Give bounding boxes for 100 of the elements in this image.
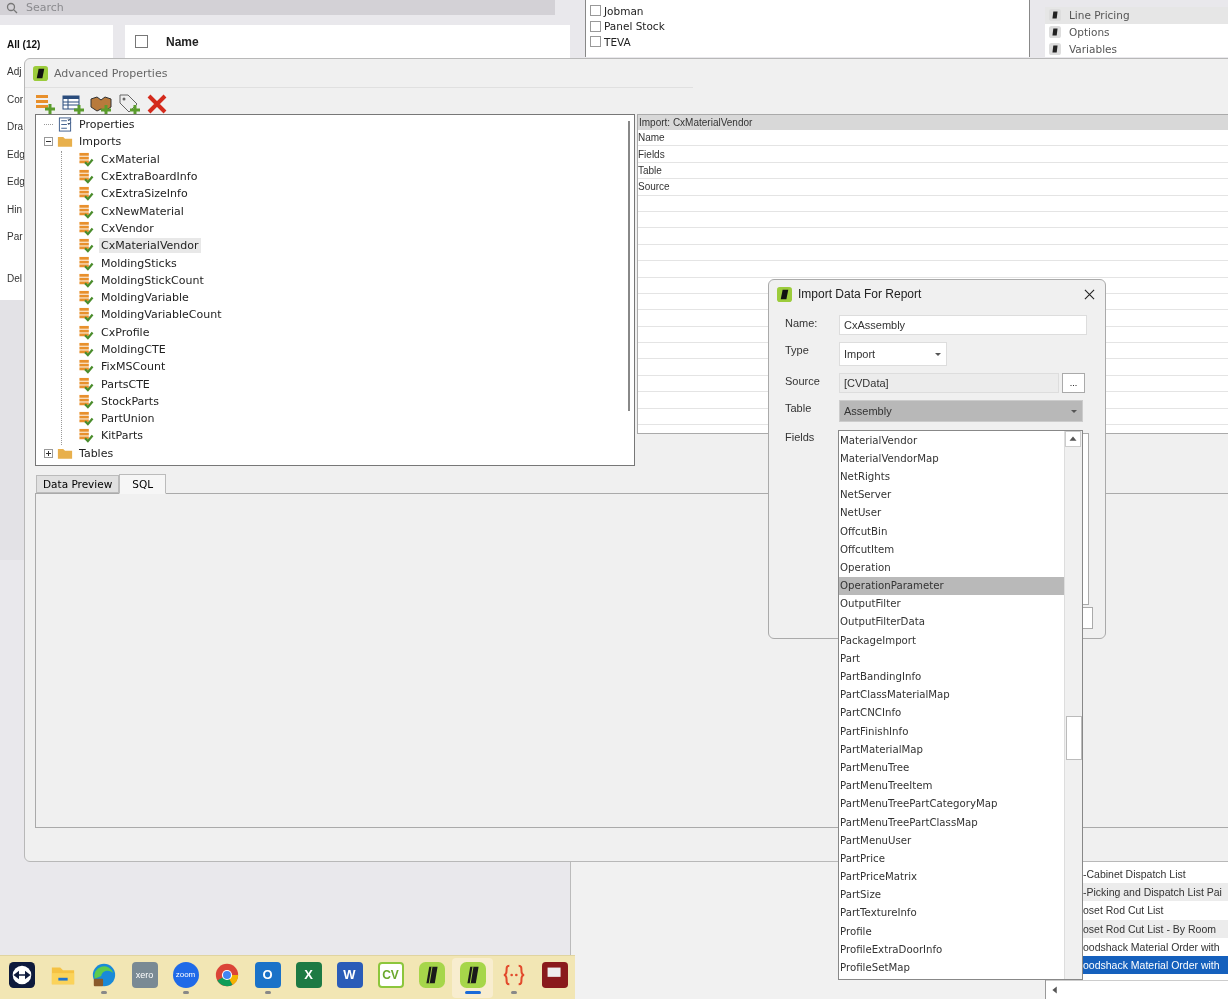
dropdown-option[interactable]: MaterialVendor [839,431,1064,450]
dropdown-option[interactable]: ProfileSetMap [839,958,1064,977]
checkbox[interactable] [135,35,148,48]
filter-item[interactable]: Edg [7,176,25,190]
delete-icon[interactable] [146,93,168,115]
close-icon[interactable] [1084,288,1095,300]
dropdown-option[interactable]: Profile [839,922,1064,941]
nav-item[interactable]: Variables [1045,40,1228,57]
tree-item[interactable]: CxExtraBoardInfo [99,169,200,185]
filter-item[interactable]: Adj [7,66,22,80]
search-field[interactable]: Search [0,0,555,15]
filter-item[interactable]: Hin [7,203,22,217]
app-icon[interactable]: zoom [172,961,199,988]
table-dropdown[interactable]: Assembly [839,400,1083,422]
app-icon[interactable] [459,961,486,988]
tree-item[interactable]: PartUnion [99,411,157,427]
checkbox[interactable] [590,5,601,17]
filter-item[interactable]: Cor [7,93,24,107]
dropdown-option[interactable]: ProfileExtraDoorInfo [839,940,1064,959]
dropdown-option[interactable]: PartMenuTreePartClassMap [839,812,1064,832]
spreadsheet-icon[interactable]: X [295,961,322,988]
tree-item[interactable]: CxNewMaterial [99,203,186,219]
dropdown-option[interactable]: NetRights [839,467,1064,486]
app-icon[interactable] [541,961,568,988]
dropdown-option[interactable]: OffcutItem [839,540,1064,559]
dropdown-option[interactable]: Operation [839,558,1064,577]
tree-item[interactable]: CxExtraSizeInfo [99,186,190,202]
dropdown-option[interactable]: NetServer [839,485,1064,504]
dropdown-option[interactable]: PartCNCInfo [839,703,1064,722]
dropdown-option[interactable]: PartPrice [839,849,1064,868]
dropdown-option[interactable]: OperationParameter [839,576,1064,595]
dropdown-option[interactable]: PartBandingInfo [839,667,1064,686]
dropdown-option[interactable]: PartPriceMatrix [839,867,1064,886]
tree-item[interactable]: MoldingStickCount [99,272,206,288]
tag-icon[interactable] [118,93,140,115]
tree-item[interactable]: Tables [77,445,116,461]
dropdown-option[interactable]: OffcutBin [839,521,1064,541]
dropdown-option[interactable]: OutputFilterData [839,612,1064,632]
report-item[interactable]: oodshack Material Order with [1083,937,1228,956]
filter-item[interactable]: Dra [7,121,24,135]
report-item[interactable]: oodshack Material Order with [1083,955,1228,975]
filter-item[interactable]: All (12) [7,39,41,52]
dropdown-option[interactable]: MaterialVendorMap [839,449,1064,468]
arrows-icon[interactable] [8,961,35,988]
scrollbar[interactable] [628,121,630,411]
tree-item[interactable]: StockParts [99,393,161,409]
expander-icon[interactable] [44,448,53,458]
expander-icon[interactable] [44,137,53,147]
tree-item[interactable]: KitParts [99,428,146,444]
dropdown-option[interactable]: PartSize [839,885,1064,904]
tree-item[interactable]: MoldingCTE [99,342,168,357]
tree-item[interactable]: Imports [77,134,124,150]
report-item[interactable]: -Cabinet Dispatch List [1083,865,1228,884]
tree-item[interactable]: MoldingSticks [99,255,179,271]
dropdown-option[interactable]: PartClassMaterialMap [839,685,1064,704]
tree-item[interactable]: CxMaterial [99,151,162,167]
nav-item[interactable]: Options [1045,23,1228,41]
browse-button[interactable]: ... [1062,373,1085,393]
handshake-icon[interactable] [90,93,112,115]
tree-item[interactable]: FixMSCount [99,359,168,375]
tree-item[interactable]: Properties [77,117,137,133]
mail-app-icon[interactable]: O [254,961,281,988]
tree-item[interactable]: PartsCTE [99,376,152,392]
document-icon[interactable]: W [336,961,363,988]
dropdown-option[interactable]: PartTextureInfo [839,903,1064,923]
dropdown-option[interactable]: PackageImport [839,631,1064,650]
browser-icon[interactable] [90,961,117,988]
dropdown-option[interactable]: Part [839,649,1064,668]
dropdown-option[interactable]: PartMenuUser [839,831,1064,850]
dropdown-option[interactable]: PartMenuTreePartCategoryMap [839,794,1064,813]
search-input[interactable]: Search [26,1,226,14]
dropdown-option[interactable]: PartFinishInfo [839,722,1064,741]
checkbox[interactable] [590,36,601,48]
browser-icon[interactable] [213,961,240,988]
dropdown-option[interactable]: PartMenuTree [839,758,1064,777]
app-icon[interactable]: xero [131,961,158,988]
tab[interactable]: SQL [119,474,167,494]
nav-item[interactable]: Line Pricing [1045,7,1228,24]
filter-item[interactable]: Edg [7,148,25,162]
scroll-thumb[interactable] [1066,716,1082,760]
dropdown-option[interactable]: OutputFilter [839,594,1064,613]
dropdown-option[interactable]: PartMaterialMap [839,740,1064,759]
tree-item[interactable]: MoldingVariableCount [99,307,224,323]
tree-item[interactable]: CxVendor [99,220,156,236]
dropdown-option[interactable]: PartMenuTreeItem [839,776,1064,795]
tree-item[interactable]: CxMaterialVendor [99,238,201,254]
tree-item[interactable]: CxProfile [99,324,152,340]
tab[interactable]: Data Preview [36,475,120,493]
report-item[interactable]: oset Rod Cut List - By Room [1083,919,1228,938]
report-item[interactable]: -Picking and Dispatch List Pai [1083,883,1228,902]
type-dropdown[interactable]: Import [839,342,947,366]
source-field[interactable]: [CVData] [839,373,1059,393]
tree-item[interactable]: MoldingVariable [99,290,191,306]
name-field[interactable]: CxAssembly [839,315,1087,335]
checkbox[interactable] [590,20,601,32]
filter-item[interactable]: Par [7,231,23,244]
report-item[interactable]: oset Rod Cut List [1083,901,1228,920]
scroll-up-icon[interactable] [1065,431,1081,447]
add-import-icon[interactable] [34,93,56,115]
dropdown-option[interactable]: NetUser [839,503,1064,522]
